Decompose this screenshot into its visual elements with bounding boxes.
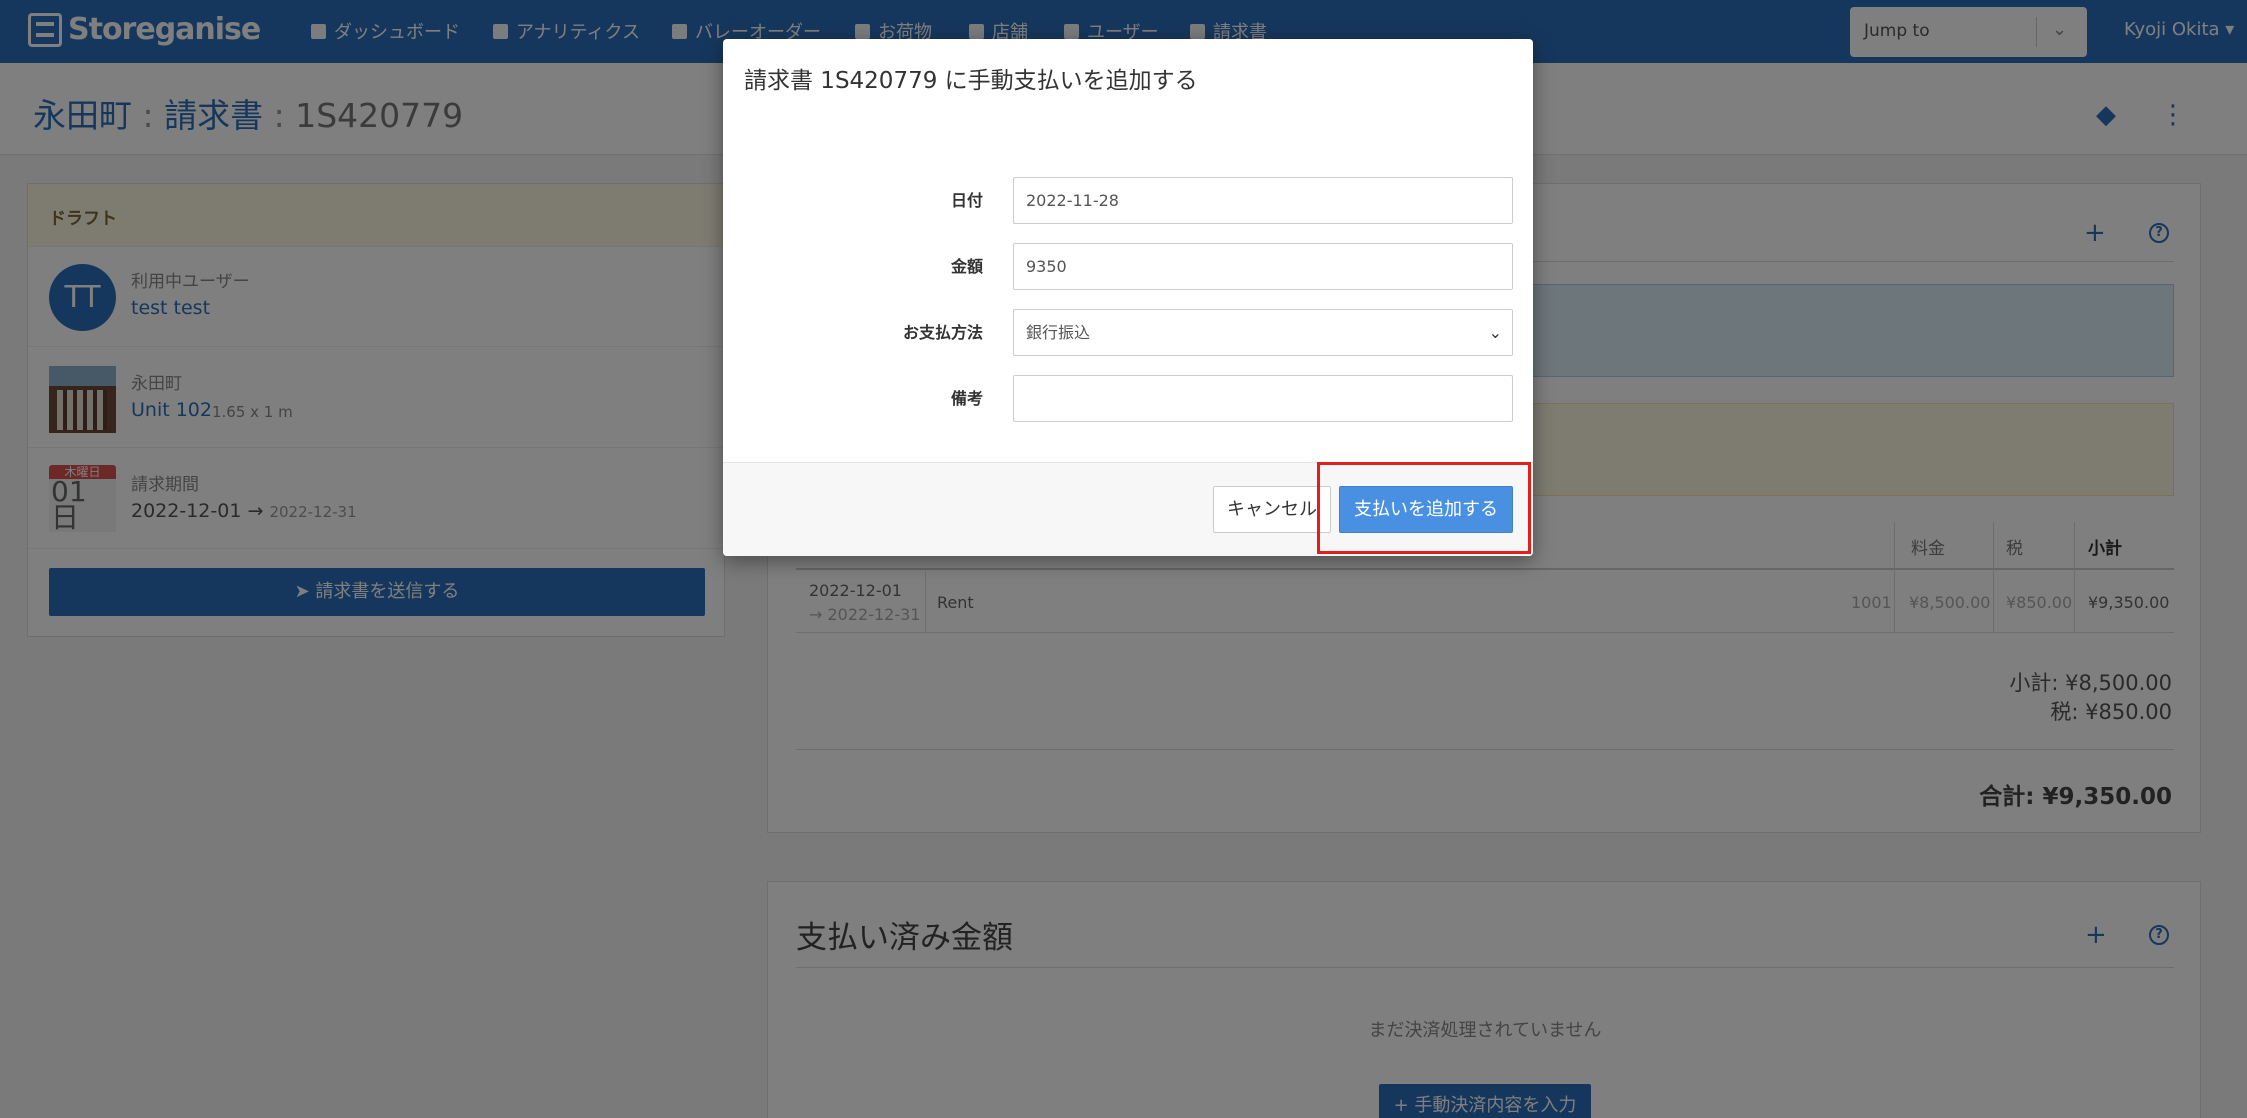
note-label: 備考 [950, 389, 983, 408]
modal-title: 請求書 1S420779 に手動支払いを追加する [744, 68, 1198, 94]
amount-field[interactable] [1013, 243, 1513, 290]
date-label: 日付 [950, 191, 983, 210]
date-field[interactable] [1013, 177, 1513, 224]
modal-footer: キャンセル 支払いを追加する [723, 462, 1533, 556]
note-field[interactable] [1013, 375, 1513, 422]
add-payment-modal: 請求書 1S420779 に手動支払いを追加する 日付 金額 お支払方法 銀行振… [723, 39, 1533, 556]
cancel-button[interactable]: キャンセル [1213, 486, 1331, 533]
payment-method-label: お支払方法 [902, 323, 983, 342]
amount-label: 金額 [950, 257, 983, 276]
payment-method-select[interactable]: 銀行振込 ⌄ [1013, 309, 1513, 356]
add-payment-button[interactable]: 支払いを追加する [1339, 486, 1513, 533]
chevron-down-icon: ⌄ [1488, 323, 1502, 342]
